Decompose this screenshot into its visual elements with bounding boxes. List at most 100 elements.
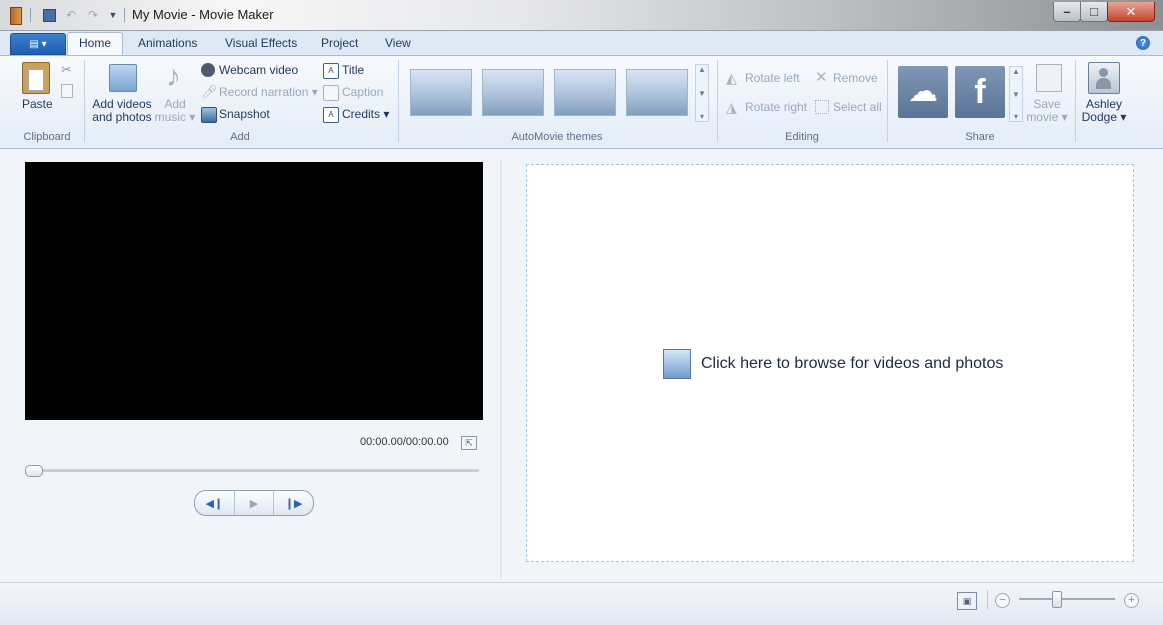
help-icon[interactable]: ?	[1136, 36, 1150, 50]
next-frame-button[interactable]: ❙▶	[274, 491, 313, 515]
microphone-icon: 🎤︎	[201, 84, 218, 99]
save-movie-label-line2: movie ▾	[1026, 110, 1068, 124]
play-button[interactable]: ▶	[233, 491, 275, 515]
maximize-button[interactable]: □	[1080, 2, 1108, 22]
qat-separator	[124, 8, 125, 22]
customize-qat-icon[interactable]: ▼	[105, 7, 121, 23]
group-separator	[84, 60, 85, 142]
rotate-right-button[interactable]: Rotate right	[745, 100, 807, 114]
music-note-icon: ♪	[166, 60, 181, 93]
save-icon[interactable]	[41, 7, 57, 23]
group-separator	[887, 60, 888, 142]
group-separator	[1075, 60, 1076, 142]
app-menu-button[interactable]: ▤ ▾	[10, 33, 66, 55]
title-icon: A	[323, 63, 339, 79]
webcam-icon	[201, 63, 215, 77]
seek-bar[interactable]	[30, 469, 479, 472]
webcam-video-button[interactable]: Webcam video	[219, 63, 298, 77]
scroll-down-icon[interactable]: ▼	[1012, 90, 1020, 99]
film-photo-icon[interactable]	[663, 349, 691, 379]
facebook-icon: f	[974, 73, 986, 111]
account-name-line2: Dodge ▾	[1081, 110, 1127, 124]
automovie-theme-4[interactable]	[626, 69, 688, 116]
pane-splitter[interactable]	[500, 160, 502, 578]
window-title: My Movie - Movie Maker	[132, 7, 274, 22]
video-preview[interactable]	[25, 162, 483, 420]
remove-icon: ✕	[815, 69, 828, 86]
account-button[interactable]: Ashley Dodge ▾	[1078, 98, 1130, 124]
redo-icon[interactable]: ↷	[85, 7, 101, 23]
automovie-theme-3[interactable]	[554, 69, 616, 116]
user-body-icon	[1096, 78, 1111, 89]
status-bar	[0, 582, 1163, 625]
automovie-group-label: AutoMovie themes	[511, 131, 603, 143]
fullscreen-icon[interactable]: ⇱	[461, 436, 477, 450]
tab-project[interactable]: Project	[321, 36, 358, 50]
undo-icon[interactable]: ↶	[63, 7, 79, 23]
app-icon[interactable]	[10, 7, 22, 25]
scroll-up-icon[interactable]: ▲	[698, 65, 706, 74]
select-all-icon	[815, 100, 829, 114]
previous-frame-button[interactable]: ◀❙	[195, 491, 234, 515]
remove-button[interactable]: Remove	[833, 71, 878, 85]
gallery-expand-icon[interactable]: ▾	[700, 112, 704, 121]
zoom-slider-thumb[interactable]	[1052, 591, 1063, 608]
group-separator	[717, 60, 718, 142]
thumbnail-size-icon[interactable]: ▣	[957, 592, 977, 610]
cut-icon[interactable]: ✂	[61, 62, 72, 78]
tab-view[interactable]: View	[385, 36, 411, 50]
add-videos-label-line2: and photos	[92, 110, 152, 124]
rotate-left-icon: ◭	[726, 70, 737, 86]
credits-icon: A	[323, 107, 339, 123]
facebook-share-button[interactable]: f	[955, 66, 1005, 118]
theme-gallery-scroller[interactable]: ▲ ▼ ▾	[695, 64, 709, 122]
add-group-label: Add	[230, 131, 250, 143]
caption-icon	[323, 85, 339, 101]
tab-visual-effects[interactable]: Visual Effects	[225, 36, 297, 50]
paste-button[interactable]: Paste	[22, 97, 53, 111]
add-music-button[interactable]: Add music ▾	[154, 98, 196, 124]
share-group-label: Share	[965, 131, 995, 143]
onedrive-share-button[interactable]: ☁	[898, 66, 948, 118]
timecode: 00:00.00/00:00.00	[360, 436, 449, 448]
select-all-button[interactable]: Select all	[833, 100, 882, 114]
record-narration-button[interactable]: Record narration ▾	[219, 85, 318, 99]
snapshot-button[interactable]: Snapshot	[219, 107, 270, 121]
copy-icon[interactable]	[61, 84, 73, 98]
caption-button[interactable]: Caption	[342, 85, 383, 99]
tab-animations[interactable]: Animations	[138, 36, 197, 50]
zoom-out-button[interactable]: −	[995, 593, 1010, 608]
share-gallery-scroller[interactable]: ▲ ▼ ▾	[1009, 66, 1023, 122]
add-videos-photos-button[interactable]: Add videos and photos	[88, 98, 156, 124]
add-videos-photos-icon	[109, 64, 137, 92]
rotate-right-icon: ◮	[726, 99, 737, 115]
scroll-down-icon[interactable]: ▼	[698, 89, 706, 98]
credits-button[interactable]: Credits ▾	[342, 107, 389, 121]
close-button[interactable]: ✕	[1107, 2, 1155, 22]
group-separator	[398, 60, 399, 142]
zoom-slider[interactable]	[1019, 598, 1115, 600]
paste-icon	[22, 62, 50, 94]
automovie-theme-2[interactable]	[482, 69, 544, 116]
scroll-up-icon[interactable]: ▲	[1012, 67, 1020, 76]
snapshot-icon	[201, 107, 217, 123]
browse-link[interactable]: Click here to browse for videos and phot…	[701, 355, 1003, 373]
qat-separator	[30, 8, 31, 22]
rotate-left-button[interactable]: Rotate left	[745, 71, 800, 85]
save-movie-icon	[1036, 64, 1062, 92]
add-music-label-line2: music ▾	[154, 110, 196, 124]
editing-group-label: Editing	[785, 131, 819, 143]
user-avatar	[1088, 62, 1120, 94]
title-button[interactable]: Title	[342, 63, 364, 77]
tab-home[interactable]: Home	[79, 36, 111, 50]
playback-controls: ◀❙ ▶ ❙▶	[194, 490, 314, 516]
save-movie-button[interactable]: Save movie ▾	[1024, 98, 1070, 124]
clipboard-group-label: Clipboard	[23, 131, 71, 143]
minimize-button[interactable]: –	[1053, 2, 1081, 22]
menu-icon: ▤ ▾	[29, 38, 47, 50]
cloud-icon: ☁	[908, 75, 938, 108]
zoom-in-button[interactable]: +	[1124, 593, 1139, 608]
gallery-expand-icon[interactable]: ▾	[1014, 112, 1018, 121]
seek-thumb[interactable]	[25, 465, 43, 477]
automovie-theme-1[interactable]	[410, 69, 472, 116]
